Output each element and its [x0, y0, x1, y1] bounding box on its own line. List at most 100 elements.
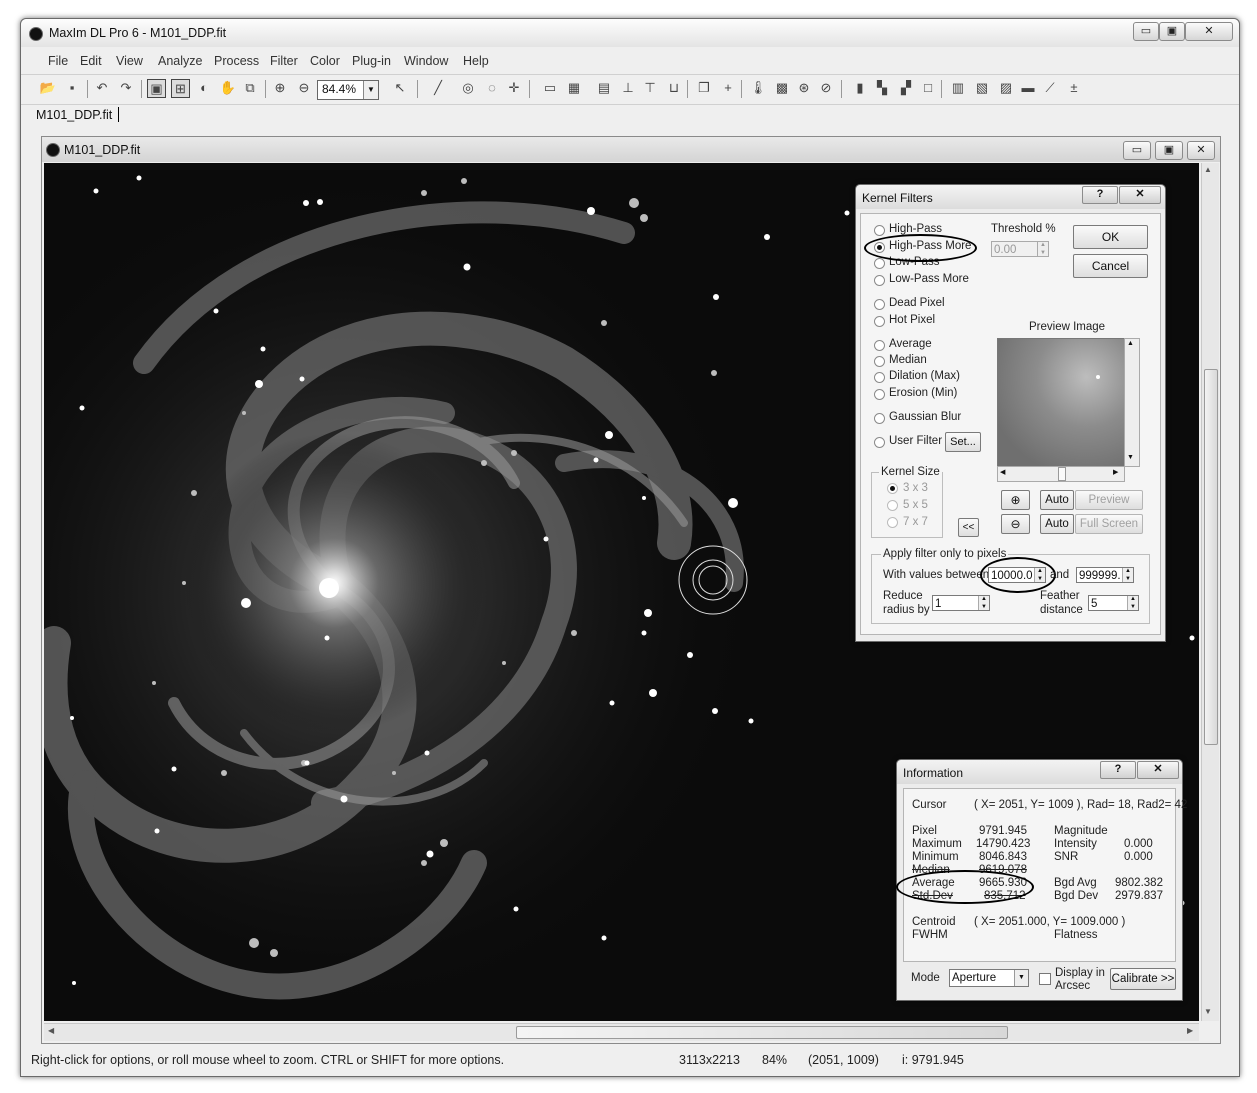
- save-icon[interactable]: ▪: [63, 79, 81, 97]
- auto-button-1[interactable]: Auto: [1040, 490, 1074, 510]
- close-icon[interactable]: ✕: [1137, 761, 1179, 779]
- calibrate-button[interactable]: Calibrate >>: [1110, 968, 1176, 990]
- menu-filter[interactable]: Filter: [270, 54, 298, 68]
- menu-edit[interactable]: Edit: [80, 54, 102, 68]
- menu-color[interactable]: Color: [310, 54, 340, 68]
- preview-button[interactable]: Preview: [1075, 490, 1143, 510]
- overlap-icon[interactable]: ▞: [897, 79, 915, 97]
- display-arcsec-checkbox[interactable]: [1039, 973, 1051, 985]
- radio-median[interactable]: [874, 356, 885, 367]
- child-close-button[interactable]: ✕: [1187, 141, 1215, 160]
- panel2-icon[interactable]: ▧: [973, 79, 991, 97]
- auto-button-2[interactable]: Auto: [1040, 514, 1074, 534]
- align-icon[interactable]: ⊥: [619, 79, 637, 97]
- align2-icon[interactable]: ⊤: [641, 79, 659, 97]
- scroll-right-icon[interactable]: ▶: [1187, 1026, 1193, 1035]
- info-help-button[interactable]: ?: [1100, 761, 1136, 779]
- scroll-down-icon[interactable]: ▼: [1204, 1007, 1212, 1016]
- panel-icon[interactable]: ▥: [949, 79, 967, 97]
- circle-slash-icon[interactable]: ⊘: [817, 79, 835, 97]
- preview-hscroll[interactable]: ◀ ▶: [997, 466, 1125, 482]
- radio-hot-pixel[interactable]: [874, 316, 885, 327]
- menu-help[interactable]: Help: [463, 54, 489, 68]
- radio-low-pass[interactable]: [874, 258, 885, 269]
- help-pointer-icon[interactable]: ↖: [391, 79, 409, 97]
- vertical-scroll-thumb[interactable]: [1204, 369, 1218, 745]
- preview-scroll-up-icon[interactable]: ▲: [1127, 340, 1134, 347]
- preview-scroll-down-icon[interactable]: ▼: [1127, 454, 1134, 461]
- close-button[interactable]: ✕: [1185, 22, 1233, 41]
- line-tool-icon[interactable]: ╱: [429, 79, 447, 97]
- scroll-left-icon[interactable]: ◀: [48, 1026, 54, 1035]
- copy-icon[interactable]: ❐: [695, 79, 713, 97]
- zoom-out-icon[interactable]: ⊖: [295, 79, 313, 97]
- open-icon[interactable]: 📂: [39, 79, 57, 97]
- full-screen-button[interactable]: Full Screen: [1075, 514, 1143, 534]
- child-maximize-button[interactable]: ▣: [1155, 141, 1183, 160]
- track-icon[interactable]: ◌: [483, 79, 501, 97]
- grid-icon[interactable]: ▦: [565, 79, 583, 97]
- chevron-down-icon[interactable]: ▼: [1014, 970, 1028, 986]
- menu-plugin[interactable]: Plug-in: [352, 54, 391, 68]
- zoom-out-icon[interactable]: ⊖: [1001, 514, 1030, 534]
- globe-icon[interactable]: ◎: [459, 79, 477, 97]
- menu-view[interactable]: View: [116, 54, 143, 68]
- undo-icon[interactable]: ↶: [93, 79, 111, 97]
- flip-icon[interactable]: ◐: [195, 79, 213, 97]
- mode-select[interactable]: Aperture ▼: [949, 969, 1029, 987]
- set-button[interactable]: Set...: [945, 432, 981, 452]
- histogram-icon[interactable]: ▮: [851, 79, 869, 97]
- radio-user-filter[interactable]: [874, 437, 885, 448]
- zoom-in-icon[interactable]: ⊕: [1001, 490, 1030, 510]
- threshold-spinner[interactable]: ▲ ▼: [1037, 242, 1048, 256]
- reduce-radius-input[interactable]: 1 ▲ ▼: [932, 595, 990, 611]
- zoom-select[interactable]: 84.4% ▼: [317, 80, 379, 100]
- scroll-up-icon[interactable]: ▲: [1204, 165, 1212, 174]
- radio-erosion[interactable]: [874, 389, 885, 400]
- plus-icon[interactable]: +: [719, 79, 737, 97]
- cancel-button[interactable]: Cancel: [1073, 254, 1148, 278]
- ruler-icon[interactable]: ▭: [541, 79, 559, 97]
- fit-view-icon[interactable]: ⊞: [171, 79, 190, 98]
- collapse-button[interactable]: <<: [958, 518, 979, 537]
- mosaic-icon[interactable]: ▩: [773, 79, 791, 97]
- horizontal-scrollbar[interactable]: ◀ ▶: [44, 1023, 1199, 1041]
- radio-low-pass-more[interactable]: [874, 275, 885, 286]
- horizontal-scroll-thumb[interactable]: [516, 1026, 1008, 1039]
- threshold-input[interactable]: 0.00 ▲ ▼: [991, 241, 1049, 257]
- radio-dilation[interactable]: [874, 372, 885, 383]
- copy-view-icon[interactable]: ⧉: [241, 79, 259, 97]
- axis-icon[interactable]: ±: [1065, 79, 1083, 97]
- radio-dead-pixel[interactable]: [874, 299, 885, 310]
- feather-distance-input[interactable]: 5 ▲ ▼: [1088, 595, 1139, 611]
- menu-analyze[interactable]: Analyze: [158, 54, 202, 68]
- reduce-radius-spinner[interactable]: ▲ ▼: [978, 596, 989, 610]
- blocks-icon[interactable]: ▚: [873, 79, 891, 97]
- crosshair-icon[interactable]: ✛: [505, 79, 523, 97]
- high-value-input[interactable]: 999999. ▲ ▼: [1076, 567, 1134, 583]
- feather-distance-spinner[interactable]: ▲ ▼: [1127, 596, 1138, 610]
- close-icon[interactable]: ✕: [1119, 186, 1161, 204]
- radio-high-pass[interactable]: [874, 225, 885, 236]
- preview-hscroll-thumb[interactable]: [1058, 467, 1066, 481]
- radio-average[interactable]: [874, 340, 885, 351]
- radio-gaussian-blur[interactable]: [874, 413, 885, 424]
- zoom-in-icon[interactable]: ⊕: [271, 79, 289, 97]
- square-icon[interactable]: □: [919, 79, 937, 97]
- child-minimize-button[interactable]: ▭: [1123, 141, 1151, 160]
- minus-icon[interactable]: ▬: [1019, 79, 1037, 97]
- hand-icon[interactable]: ✋: [219, 79, 237, 97]
- wheel-icon[interactable]: ⊛: [795, 79, 813, 97]
- preview-scroll-left-icon[interactable]: ◀: [1000, 468, 1005, 476]
- minimize-button[interactable]: ▭: [1133, 22, 1159, 41]
- image-view-icon[interactable]: ▣: [147, 79, 166, 98]
- curve-icon[interactable]: ⟋: [1041, 79, 1059, 97]
- menu-process[interactable]: Process: [214, 54, 259, 68]
- preview-vscroll[interactable]: ▲ ▼: [1124, 338, 1140, 467]
- redo-icon[interactable]: ↷: [117, 79, 135, 97]
- menu-file[interactable]: File: [48, 54, 68, 68]
- stack-icon[interactable]: ▤: [595, 79, 613, 97]
- help-button[interactable]: ?: [1082, 186, 1118, 204]
- ok-button[interactable]: OK: [1073, 225, 1148, 249]
- high-value-spinner[interactable]: ▲ ▼: [1122, 568, 1133, 582]
